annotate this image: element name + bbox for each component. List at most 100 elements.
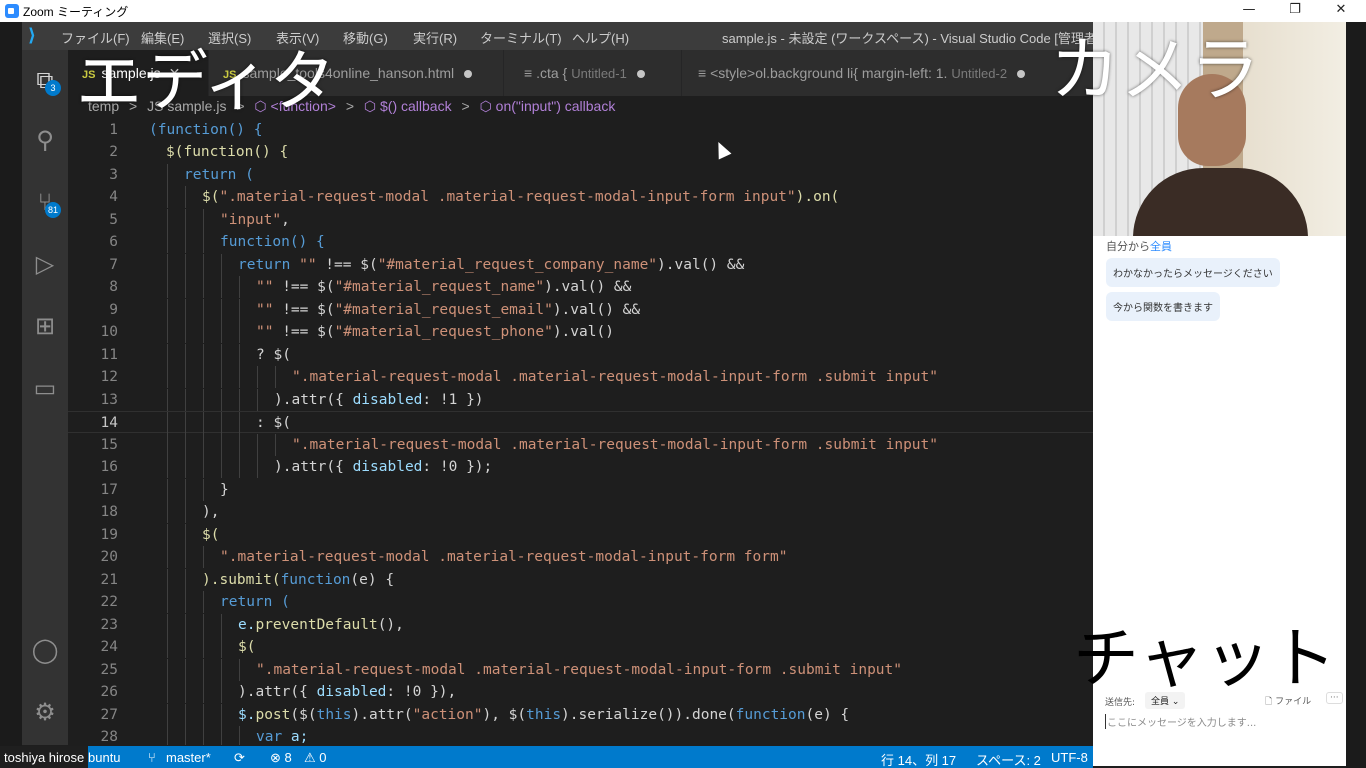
code-text: $(: [238, 639, 256, 655]
code-line: 20 ".material-request-modal .material-req…: [68, 546, 1093, 569]
run-debug-icon[interactable]: ▷: [27, 246, 63, 282]
extensions-icon[interactable]: ⊞: [27, 308, 63, 344]
account-icon[interactable]: ◯: [27, 632, 63, 668]
git-branch[interactable]: master*: [166, 750, 211, 765]
code-text: ),: [202, 504, 220, 520]
menu-go[interactable]: 移動(G): [343, 28, 388, 47]
explorer-icon[interactable]: ⧉ 3: [27, 62, 63, 98]
code-line-current: 14: $(: [68, 411, 1093, 435]
line-number: 16: [100, 459, 118, 475]
code-line: 13 ).attr({ disabled: !1 }): [68, 389, 1093, 412]
participant-name-label: toshiya hirose: [0, 746, 89, 768]
breadcrumb-input-callback[interactable]: ⬡ on("input") callback: [480, 98, 616, 114]
code-text: "input",: [220, 212, 290, 228]
line-number: 9: [109, 302, 118, 318]
menu-help[interactable]: ヘルプ(H): [572, 28, 629, 47]
code-line: 21).submit(function(e) {: [68, 569, 1093, 592]
tab-description: Untitled-2: [951, 66, 1008, 81]
line-number: 4: [109, 189, 118, 205]
chat-recipient[interactable]: 全員: [1150, 240, 1172, 253]
code-line: 15 ".material-request-modal .material-req…: [68, 434, 1093, 457]
status-bar: buntu ⑂ master* ⟳ ⊗ 8 ⚠ 0 行 14、列 17 スペース…: [22, 746, 1093, 768]
code-text: e.preventDefault(),: [238, 617, 404, 633]
line-number: 17: [100, 482, 118, 498]
breadcrumb-callback[interactable]: ⬡ $() callback: [364, 98, 452, 114]
code-text: ".material-request-modal .material-reque…: [256, 662, 903, 678]
code-line: 27 $.post($(this).attr("action"), $(this)…: [68, 704, 1093, 727]
menu-terminal[interactable]: ターミナル(T): [480, 28, 562, 47]
unsaved-dot-icon: [464, 70, 473, 79]
code-text: ".material-request-modal .material-reque…: [220, 549, 788, 565]
source-control-badge: 81: [44, 202, 61, 218]
left-edge-strip: [0, 22, 22, 746]
code-line: 12 ".material-request-modal .material-req…: [68, 366, 1093, 389]
cursor-position[interactable]: 行 14、列 17: [881, 750, 956, 768]
code-text: ).submit(function(e) {: [202, 572, 395, 588]
code-line: 26).attr({ disabled: !0 }),: [68, 681, 1093, 704]
close-button[interactable]: ✕: [1318, 0, 1364, 22]
code-editor[interactable]: 1 (function() { 2 $(function() { 3 return (…: [68, 118, 1093, 745]
code-line: 5 "input",: [68, 209, 1093, 232]
sync-icon[interactable]: ⟳: [234, 750, 245, 766]
code-text: var a;: [256, 729, 309, 745]
line-number: 25: [100, 662, 118, 678]
tab-label: .cta {: [536, 65, 568, 81]
line-number: 18: [100, 504, 118, 520]
code-text: ).attr({ disabled: !0 }),: [238, 684, 457, 700]
source-control-icon[interactable]: ⑂ 81: [27, 184, 63, 220]
code-text: "" !== $("#material_request_name").val()…: [256, 279, 632, 295]
remote-explorer-icon[interactable]: ▭: [27, 370, 63, 406]
line-number: 13: [100, 392, 118, 408]
overlay-label-chat: チャット: [1073, 620, 1337, 697]
chat-message-input[interactable]: ここにメッセージを入力します...: [1105, 714, 1335, 729]
line-number: 10: [100, 324, 118, 340]
line-number: 5: [109, 212, 118, 228]
line-number: 6: [109, 234, 118, 250]
code-text: : $(: [256, 415, 291, 431]
code-line: 22 return (: [68, 591, 1093, 614]
code-text: $(".material-request-modal .material-req…: [202, 189, 840, 205]
code-line: 24 $(: [68, 636, 1093, 659]
code-line: 2 $(function() {: [68, 141, 1093, 163]
file-icon: ≡: [524, 65, 533, 81]
unsaved-dot-icon: [1017, 70, 1026, 79]
tab-untitled-1[interactable]: ≡ .cta {Untitled-1: [504, 50, 681, 96]
problems-errors[interactable]: ⊗ 8: [270, 750, 292, 766]
vscode-window-title: sample.js - 未設定 (ワークスペース) - Visual Studi…: [722, 31, 1101, 46]
code-text: ).attr({ disabled: !1 }): [274, 392, 484, 408]
file-icon: ≡: [698, 65, 707, 81]
encoding[interactable]: UTF-8: [1051, 750, 1088, 765]
line-number: 27: [100, 707, 118, 723]
code-line: 28 var a;: [68, 726, 1093, 745]
code-line: 10 "" !== $("#material_request_phone").va…: [68, 321, 1093, 344]
line-number: 24: [100, 639, 118, 655]
menu-run[interactable]: 実行(R): [413, 28, 457, 47]
code-line: 11 ? $(: [68, 344, 1093, 367]
settings-gear-icon[interactable]: ⚙: [27, 694, 63, 730]
code-line: 8 "" !== $("#material_request_name").val(…: [68, 276, 1093, 299]
zoom-window-title: Zoom ミーティング: [23, 5, 129, 19]
tab-untitled-2[interactable]: ≡ <style>ol.background li{ margin-left: …: [682, 50, 1093, 96]
zoom-logo-icon: [5, 4, 19, 18]
problems-warnings[interactable]: ⚠ 0: [304, 750, 327, 766]
search-icon[interactable]: ⚲: [27, 122, 63, 158]
code-text: ).attr({ disabled: !0 });: [274, 459, 493, 475]
code-line: 23 e.preventDefault(),: [68, 614, 1093, 637]
remote-indicator[interactable]: buntu: [88, 750, 121, 765]
code-line: 16 ).attr({ disabled: !0 });: [68, 456, 1093, 479]
restore-button[interactable]: ❐: [1272, 0, 1318, 22]
tab-label: <style>ol.background li{ margin-left: 1.: [710, 65, 948, 81]
indentation[interactable]: スペース: 2: [976, 750, 1041, 768]
chat-message: 今から関数を書きます: [1106, 292, 1220, 321]
code-text: ? $(: [256, 347, 291, 363]
code-text: function() {: [220, 234, 325, 250]
code-text: ".material-request-modal .material-reque…: [292, 369, 939, 385]
tab-description: Untitled-1: [571, 66, 627, 81]
line-number: 7: [109, 257, 118, 273]
code-text: "" !== $("#material_request_email").val(…: [256, 302, 641, 318]
unsaved-dot-icon: [636, 70, 645, 79]
code-text: return (: [184, 167, 254, 183]
code-text: $.post($(this).attr("action"), $(this).s…: [238, 707, 850, 723]
line-number: 15: [100, 437, 118, 453]
overlay-label-editor: エディタ: [76, 43, 336, 120]
